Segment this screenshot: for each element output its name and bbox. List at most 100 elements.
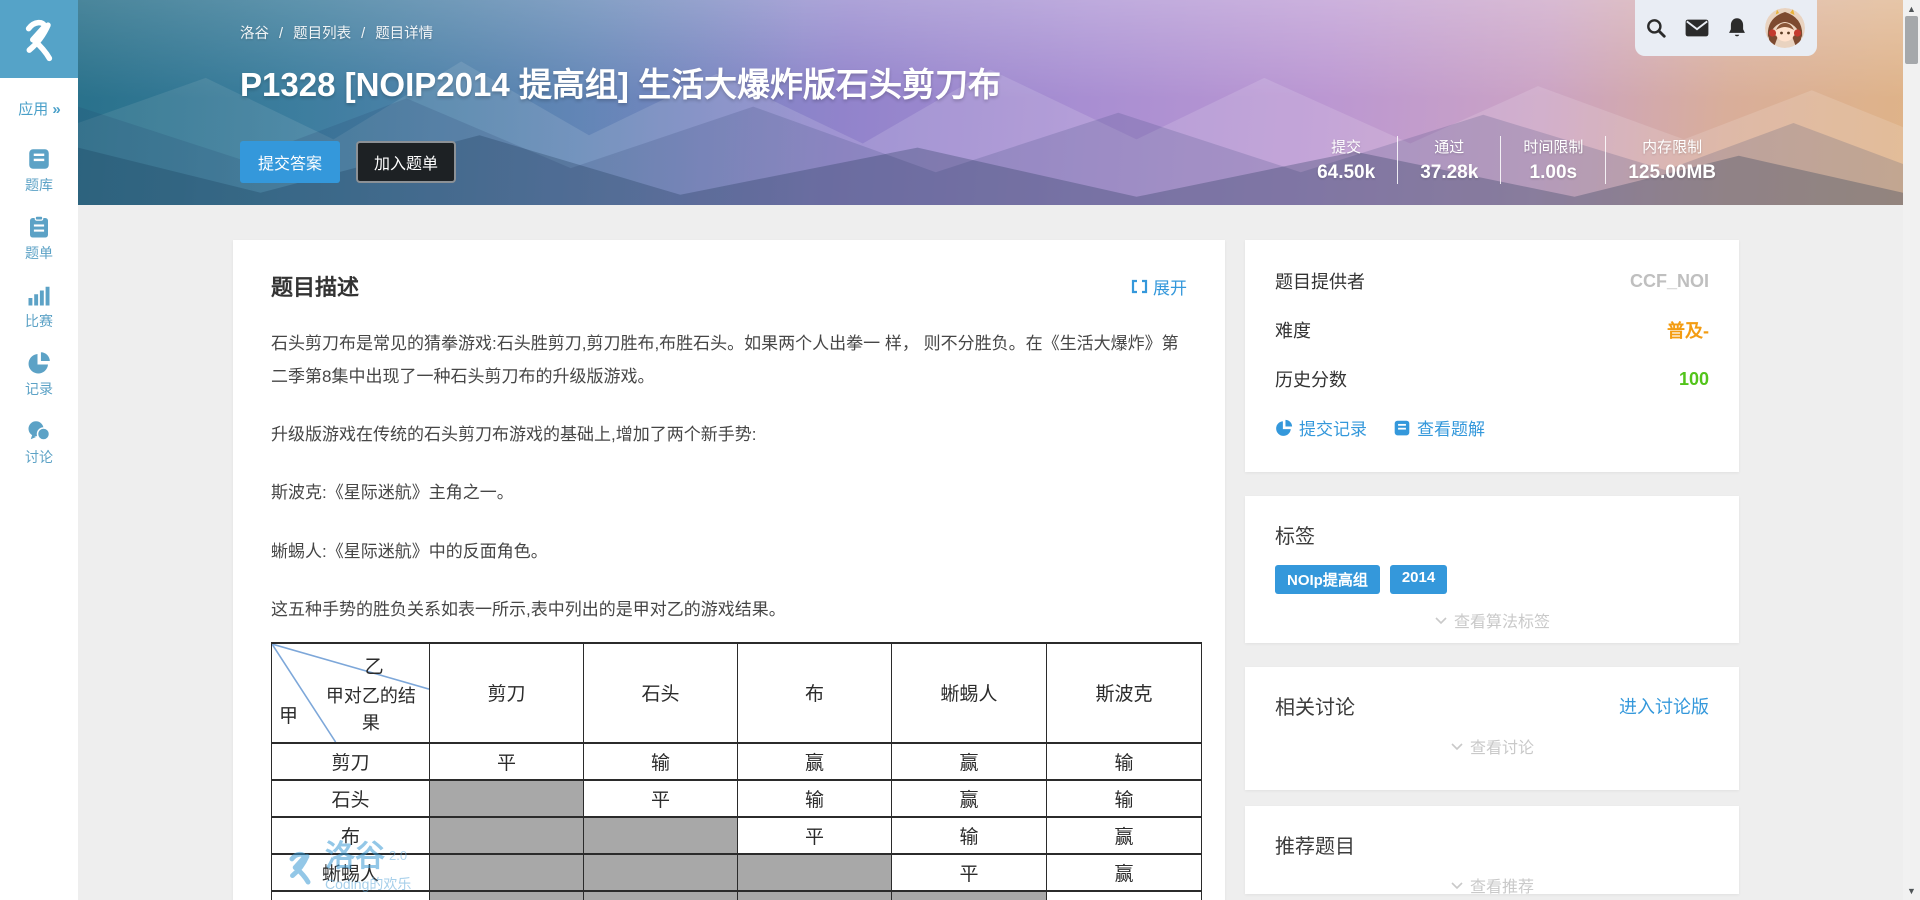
vertical-scrollbar[interactable]: ▲ ▼	[1903, 0, 1920, 900]
tag-list: NOIp提高组 2014	[1275, 565, 1709, 594]
table-cell: 输	[1047, 743, 1202, 780]
user-avatar[interactable]	[1765, 8, 1805, 48]
corner-label-result: 甲对乙的结果	[319, 683, 423, 737]
stat-label: 时间限制	[1523, 136, 1583, 157]
info-links: 提交记录 查看题解	[1275, 415, 1709, 440]
submission-records-link[interactable]: 提交记录	[1275, 415, 1367, 440]
table-cell: 输	[1047, 780, 1202, 817]
table-row-header: 剪刀	[272, 743, 430, 780]
table-cell	[430, 854, 584, 891]
sidebar-apps[interactable]: 应用 »	[0, 98, 78, 119]
info-row-score: 历史分数 100	[1275, 366, 1709, 392]
chevron-down-icon	[1450, 742, 1464, 751]
sidebar-item-label: 讨论	[25, 447, 53, 467]
info-row-difficulty: 难度 普及-	[1275, 317, 1709, 343]
search-button[interactable]	[1645, 17, 1667, 39]
luogu-logo[interactable]	[0, 0, 78, 78]
submit-answer-button[interactable]: 提交答案	[240, 141, 340, 183]
table-cell	[584, 817, 738, 854]
breadcrumb-separator: /	[361, 26, 365, 42]
stat-memory-limit: 内存限制 125.00MB	[1605, 136, 1738, 184]
show-discussions-link[interactable]: 查看讨论	[1275, 734, 1709, 758]
scrollbar-down-arrow[interactable]: ▼	[1903, 886, 1920, 896]
table-cell: 赢	[892, 780, 1047, 817]
info-label: 难度	[1275, 317, 1311, 343]
table-cell: 平	[1047, 891, 1202, 900]
info-label: 题目提供者	[1275, 268, 1365, 294]
tag-noip[interactable]: NOIp提高组	[1275, 565, 1380, 594]
corner-label-jia: 甲	[279, 701, 298, 728]
enter-discussion-link[interactable]: 进入讨论版	[1619, 693, 1709, 719]
breadcrumb-separator: /	[279, 26, 283, 42]
section-header: 题目描述 展开	[271, 270, 1187, 302]
add-to-list-button[interactable]: 加入题单	[356, 141, 456, 183]
sidebar-item-discuss[interactable]: 讨论	[0, 415, 78, 471]
section-title: 题目描述	[271, 270, 359, 302]
double-chevron-right-icon: »	[52, 101, 59, 118]
problem-paragraph: 升级版游戏在传统的石头剪刀布游戏的基础上,增加了两个新手势:	[271, 418, 1187, 451]
table-cell: 输	[892, 817, 1047, 854]
table-cell	[738, 854, 892, 891]
table-cell: 输	[738, 780, 892, 817]
chat-bubbles-icon	[27, 419, 51, 443]
table-cell	[430, 780, 584, 817]
table-cell	[892, 891, 1047, 900]
avatar-image	[1765, 8, 1805, 48]
breadcrumb: 洛谷 / 题目列表 / 题目详情	[240, 22, 433, 43]
link-label: 查看题解	[1417, 415, 1485, 440]
view-solutions-link[interactable]: 查看题解	[1393, 415, 1485, 440]
left-sidebar: 应用 » 题库 题单	[0, 0, 78, 900]
problem-description-card: 题目描述 展开 石头剪刀布是常见的猜拳游戏:石头胜剪刀,剪刀胜布,布胜石头。如果…	[233, 240, 1225, 900]
problem-stats: 提交 64.50k 通过 37.28k 时间限制 1.00s 内存限制 125.…	[1295, 136, 1738, 184]
sidebar-item-problem-list[interactable]: 题单	[0, 211, 78, 267]
table-cell	[738, 891, 892, 900]
stat-value: 64.50k	[1317, 162, 1375, 184]
provider-value: CCF_NOI	[1630, 271, 1709, 292]
notifications-button[interactable]	[1727, 17, 1747, 39]
chevron-down-icon	[1450, 881, 1464, 890]
table-cell: 输	[584, 743, 738, 780]
link-label: 查看讨论	[1470, 734, 1534, 758]
sidebar-item-contest[interactable]: 比赛	[0, 279, 78, 335]
topbar-panel	[1635, 0, 1817, 56]
apps-label: 应用	[18, 101, 48, 118]
messages-button[interactable]	[1685, 19, 1709, 37]
scrollbar-thumb[interactable]	[1905, 16, 1918, 64]
sidebar-item-problemset[interactable]: 题库	[0, 143, 78, 199]
table-col-header: 蜥蜴人	[892, 643, 1047, 743]
table-cell: 赢	[1047, 817, 1202, 854]
table-row-header: 布	[272, 817, 430, 854]
difficulty-value: 普及-	[1667, 317, 1709, 343]
breadcrumb-home[interactable]: 洛谷	[240, 26, 269, 42]
table-cell	[430, 891, 584, 900]
table-col-header: 布	[738, 643, 892, 743]
problem-paragraph: 蜥蜴人:《星际迷航》中的反面角色。	[271, 535, 1187, 568]
page-header: 洛谷 / 题目列表 / 题目详情 P1328 [NOIP2014 提高组] 生活…	[78, 0, 1903, 205]
problem-paragraph: 斯波克:《星际迷航》主角之一。	[271, 476, 1187, 509]
stat-accepted: 通过 37.28k	[1397, 136, 1500, 184]
tag-2014[interactable]: 2014	[1390, 565, 1447, 594]
breadcrumb-problem-list[interactable]: 题目列表	[293, 26, 351, 42]
stat-value: 125.00MB	[1628, 162, 1716, 184]
table-col-header: 斯波克	[1047, 643, 1202, 743]
discussion-header: 相关讨论 进入讨论版	[1275, 691, 1709, 720]
expand-label: 展开	[1153, 274, 1187, 299]
show-algorithm-tags-link[interactable]: 查看算法标签	[1275, 608, 1709, 632]
stat-submissions: 提交 64.50k	[1295, 136, 1397, 184]
scrollbar-up-arrow[interactable]: ▲	[1903, 4, 1920, 14]
expand-button[interactable]: 展开	[1131, 274, 1187, 299]
sidebar-item-records[interactable]: 记录	[0, 347, 78, 403]
recommend-title: 推荐题目	[1275, 830, 1709, 859]
corner-label-yi: 乙	[365, 652, 384, 679]
tags-title: 标签	[1275, 520, 1709, 549]
table-cell: 平	[892, 854, 1047, 891]
table-col-header: 剪刀	[430, 643, 584, 743]
link-label: 查看算法标签	[1454, 608, 1550, 632]
stat-value: 1.00s	[1523, 162, 1583, 184]
table-corner-cell: 乙 甲对乙的结果 甲	[272, 643, 430, 743]
show-recommendations-link[interactable]: 查看推荐	[1275, 873, 1709, 897]
expand-icon	[1131, 279, 1148, 294]
info-row-provider: 题目提供者 CCF_NOI	[1275, 268, 1709, 294]
breadcrumb-problem-detail[interactable]: 题目详情	[375, 26, 433, 42]
pie-chart-icon	[1275, 419, 1293, 437]
